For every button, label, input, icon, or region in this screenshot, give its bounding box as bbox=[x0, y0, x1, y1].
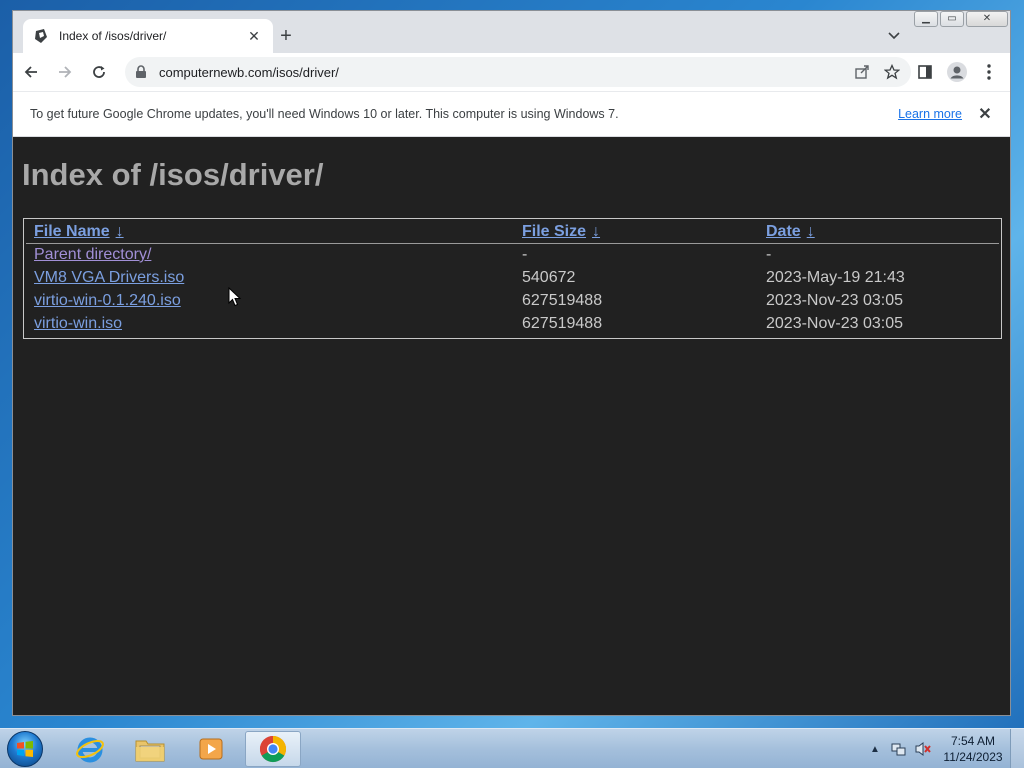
sort-by-date-link[interactable]: Date bbox=[766, 223, 801, 240]
sort-by-size-link[interactable]: File Size bbox=[522, 223, 586, 240]
file-date-cell: - bbox=[766, 245, 772, 263]
windows-taskbar: ▲ 7:54 AM 11/24/2023 bbox=[0, 728, 1024, 768]
browser-window: Index of /isos/driver/ ✕ + ▁ ▭ ✕ compute… bbox=[12, 10, 1011, 716]
windows-explorer-taskbar-button[interactable] bbox=[122, 731, 178, 767]
windows-logo-icon bbox=[17, 741, 33, 757]
infobar-message: To get future Google Chrome updates, you… bbox=[30, 107, 619, 121]
window-controls: ▁ ▭ ✕ bbox=[912, 11, 1008, 27]
table-row: Parent directory/ - - bbox=[26, 243, 999, 266]
clock-date: 11/24/2023 bbox=[943, 750, 1003, 764]
reload-icon bbox=[93, 66, 105, 78]
share-icon[interactable] bbox=[849, 60, 875, 84]
header-file-size: File Size ↓ bbox=[514, 221, 758, 244]
infobar-close-icon[interactable]: ✕ bbox=[976, 105, 994, 123]
profile-avatar-icon[interactable] bbox=[942, 57, 972, 87]
browser-tab[interactable]: Index of /isos/driver/ ✕ bbox=[23, 19, 273, 53]
file-link[interactable]: virtio-win.iso bbox=[34, 315, 122, 332]
media-player-icon bbox=[199, 738, 223, 760]
folder-icon bbox=[135, 740, 165, 762]
tab-title: Index of /isos/driver/ bbox=[59, 29, 167, 43]
table-row: virtio-win.iso 627519488 2023-Nov-23 03:… bbox=[26, 312, 999, 335]
file-size-cell: 627519488 bbox=[522, 314, 603, 332]
show-desktop-button[interactable] bbox=[1010, 729, 1024, 768]
forward-arrow-icon bbox=[59, 66, 72, 78]
clock-time: 7:54 AM bbox=[950, 734, 996, 748]
table-header-row: File Name ↓ File Size ↓ Date ↓ bbox=[26, 221, 999, 244]
volume-muted-icon[interactable] bbox=[912, 738, 934, 760]
show-hidden-icons-icon[interactable]: ▲ bbox=[864, 738, 886, 760]
file-table: File Name ↓ File Size ↓ Date ↓ Parent direc… bbox=[26, 221, 999, 335]
file-listing: File Name ↓ File Size ↓ Date ↓ Parent direc… bbox=[23, 218, 1002, 339]
address-bar[interactable]: computernewb.com/isos/driver/ bbox=[125, 57, 911, 87]
side-panel-icon[interactable] bbox=[910, 57, 940, 87]
start-button[interactable] bbox=[7, 731, 43, 767]
media-player-taskbar-button[interactable] bbox=[183, 731, 239, 767]
file-link[interactable]: virtio-win-0.1.240.iso bbox=[34, 292, 181, 309]
lock-icon bbox=[135, 65, 149, 79]
back-button[interactable] bbox=[15, 56, 47, 88]
mouse-cursor-icon bbox=[228, 287, 242, 307]
header-date: Date ↓ bbox=[758, 221, 999, 244]
taskbar-clock[interactable]: 7:54 AM 11/24/2023 bbox=[936, 733, 1010, 765]
close-window-button[interactable]: ✕ bbox=[966, 11, 1008, 27]
system-tray: ▲ 7:54 AM 11/24/2023 bbox=[864, 729, 1024, 768]
update-infobar: To get future Google Chrome updates, you… bbox=[13, 91, 1010, 137]
page-title: Index of /isos/driver/ bbox=[22, 157, 324, 192]
learn-more-link[interactable]: Learn more bbox=[898, 107, 962, 121]
parent-directory-link[interactable]: Parent directory/ bbox=[34, 246, 151, 263]
bookmark-star-icon[interactable] bbox=[879, 60, 905, 84]
internet-explorer-taskbar-button[interactable] bbox=[62, 731, 118, 767]
chrome-icon bbox=[259, 735, 287, 763]
tab-strip: Index of /isos/driver/ ✕ + ▁ ▭ ✕ bbox=[13, 11, 1010, 53]
header-file-name: File Name ↓ bbox=[26, 221, 514, 244]
sort-arrow-icon[interactable]: ↓ bbox=[116, 223, 124, 240]
browser-toolbar: computernewb.com/isos/driver/ bbox=[13, 53, 1010, 91]
reload-button[interactable] bbox=[83, 56, 115, 88]
table-row: virtio-win-0.1.240.iso 627519488 2023-No… bbox=[26, 289, 999, 312]
tab-search-chevron-icon[interactable] bbox=[883, 25, 905, 47]
sort-arrow-icon[interactable]: ↓ bbox=[807, 223, 815, 240]
file-size-cell: 540672 bbox=[522, 268, 576, 286]
file-date-cell: 2023-Nov-23 03:05 bbox=[766, 291, 903, 309]
menu-kebab-icon[interactable] bbox=[974, 57, 1004, 87]
tab-close-icon[interactable]: ✕ bbox=[245, 27, 263, 45]
file-size-cell: 627519488 bbox=[522, 291, 603, 309]
file-date-cell: 2023-Nov-23 03:05 bbox=[766, 314, 903, 332]
network-icon[interactable] bbox=[888, 738, 910, 760]
file-date-cell: 2023-May-19 21:43 bbox=[766, 268, 905, 286]
sort-by-name-link[interactable]: File Name bbox=[34, 223, 110, 240]
back-arrow-icon bbox=[24, 66, 37, 78]
file-size-cell: - bbox=[522, 245, 528, 263]
page-content: Index of /isos/driver/ File Name ↓ File S… bbox=[13, 137, 1010, 715]
internet-explorer-icon bbox=[76, 737, 104, 763]
maximize-button[interactable]: ▭ bbox=[940, 11, 964, 27]
url-text: computernewb.com/isos/driver/ bbox=[159, 64, 339, 80]
favicon-icon bbox=[33, 28, 49, 44]
file-link[interactable]: VM8 VGA Drivers.iso bbox=[34, 269, 184, 286]
sort-arrow-icon[interactable]: ↓ bbox=[592, 223, 600, 240]
chrome-taskbar-button[interactable] bbox=[245, 731, 301, 767]
table-row: VM8 VGA Drivers.iso 540672 2023-May-19 2… bbox=[26, 266, 999, 289]
new-tab-button[interactable]: + bbox=[275, 25, 297, 47]
minimize-button[interactable]: ▁ bbox=[914, 11, 938, 27]
forward-button[interactable] bbox=[49, 56, 81, 88]
